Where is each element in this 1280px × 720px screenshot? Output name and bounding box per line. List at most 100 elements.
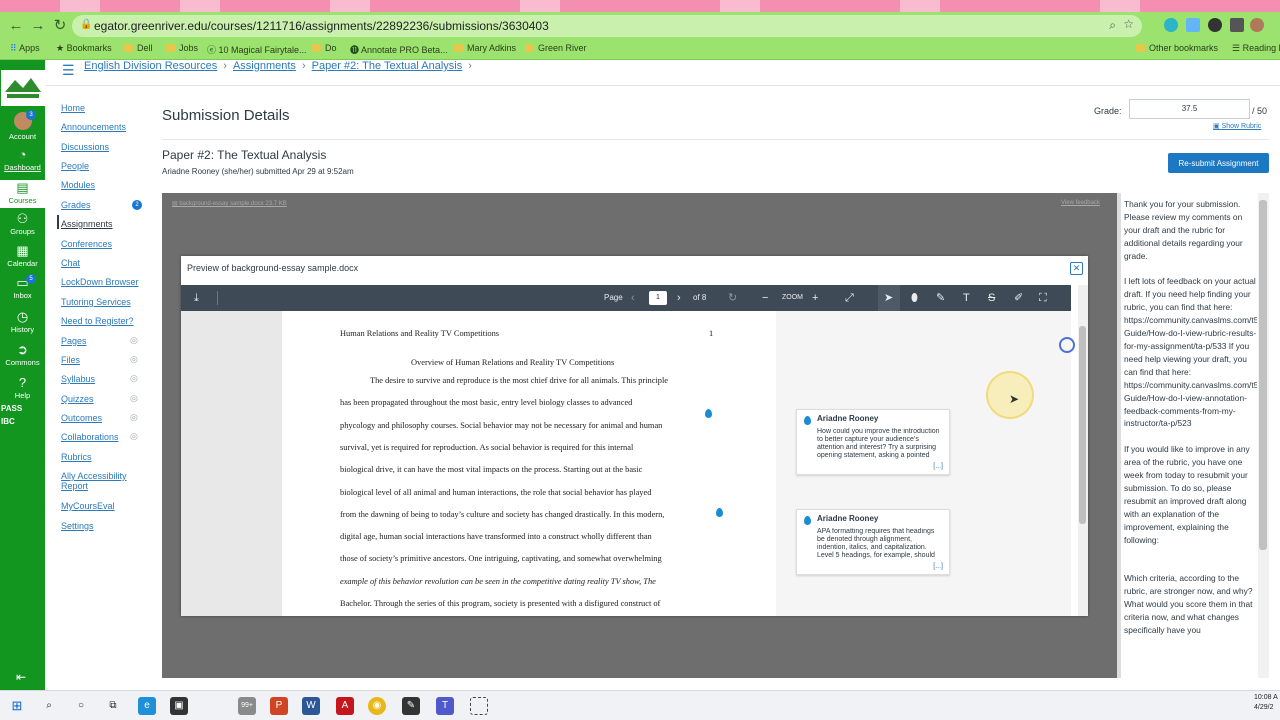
cortana-icon[interactable]: ○ [72, 697, 90, 715]
course-nav-home[interactable]: Home [61, 103, 85, 113]
bookmark-annotate[interactable]: ⓫ Annotate PRO Beta... [350, 43, 448, 56]
download-icon[interactable]: ⤓ [194, 291, 199, 305]
annotation-pin-icon[interactable] [716, 508, 723, 517]
close-icon[interactable]: ✕ [1070, 262, 1083, 275]
course-nav-tutoring-services[interactable]: Tutoring Services [61, 297, 131, 307]
course-nav-ally-accessibility-report[interactable]: Ally Accessibility Report [61, 471, 141, 491]
breadcrumb-assignment[interactable]: Paper #2: The Textual Analysis [312, 60, 463, 72]
comment-card[interactable]: Ariadne Rooney APA formatting requires t… [796, 509, 950, 575]
comment-card[interactable]: Ariadne Rooney How could you improve the… [796, 409, 950, 475]
expand-comment-link[interactable]: [...] [933, 563, 943, 570]
zoom-out-icon[interactable]: − [762, 291, 768, 305]
show-rubric-link[interactable]: ▣ Show Rubric [1213, 122, 1261, 130]
bookmark-apps[interactable]: ⠿ Apps [10, 43, 40, 54]
nav-pass[interactable]: PASS [0, 404, 45, 413]
breadcrumb-course[interactable]: English Division Resources [84, 60, 217, 72]
freedraw-icon[interactable]: ✐ [1014, 291, 1023, 305]
point-annotation-icon[interactable]: ⬮ [911, 291, 918, 305]
nav-groups[interactable]: ⚇ Groups [0, 212, 45, 237]
fullscreen-icon[interactable]: ⤢ [845, 291, 854, 305]
store-icon[interactable]: ▣ [170, 697, 188, 715]
bookmark-bookmarks[interactable]: ★ Bookmarks [56, 43, 112, 54]
word-icon[interactable]: W [302, 697, 320, 715]
task-view-icon[interactable]: ⧉ [104, 697, 122, 715]
chrome-icon[interactable]: ◉ [368, 697, 386, 715]
bookmark-jobs[interactable]: Jobs [166, 43, 198, 53]
nav-calendar[interactable]: ▦ Calendar [0, 244, 45, 269]
course-nav-lockdown-browser[interactable]: LockDown Browser [61, 277, 139, 287]
powerpoint-icon[interactable]: P [270, 697, 288, 715]
nav-commons[interactable]: ➲ Commons [0, 343, 45, 368]
rotate-icon[interactable]: ↻ [728, 291, 737, 305]
select-tool-button[interactable]: ➤ [878, 285, 900, 311]
breadcrumb-assignments[interactable]: Assignments [233, 60, 296, 72]
address-bar[interactable]: 🔒 egator.greenriver.edu/courses/1211716/… [72, 15, 1142, 37]
course-nav-rubrics[interactable]: Rubrics [61, 452, 92, 462]
bookmark-dell[interactable]: Dell [124, 43, 153, 53]
course-nav-people[interactable]: People [61, 161, 89, 171]
reload-icon[interactable]: ↻ [50, 16, 70, 36]
course-nav-collaborations[interactable]: Collaborations [61, 432, 119, 442]
area-icon[interactable]: ⛶ [1039, 291, 1047, 305]
file-link[interactable]: ▤ background-essay sample.docx 23.7 KB [172, 200, 287, 207]
nav-help[interactable]: ? Help [0, 376, 45, 401]
snip-icon[interactable] [470, 697, 488, 715]
nav-inbox[interactable]: ▭ 5 Inbox [0, 274, 45, 300]
course-nav-settings[interactable]: Settings [61, 521, 94, 531]
puzzle-icon[interactable] [1230, 18, 1244, 32]
system-clock[interactable]: 10:08 A 4/29/2 [1254, 693, 1278, 713]
course-nav-modules[interactable]: Modules [61, 180, 95, 190]
annotation-pin-icon[interactable] [705, 409, 712, 418]
course-nav-announcements[interactable]: Announcements [61, 122, 126, 132]
nav-account[interactable]: 3 Account [0, 110, 45, 141]
course-nav-discussions[interactable]: Discussions [61, 142, 109, 152]
nav-courses[interactable]: ▤ Courses [0, 180, 45, 208]
nav-dashboard[interactable]: ◔ Dashboard [0, 148, 45, 173]
bookmark-mary-adkins[interactable]: Mary Adkins [454, 43, 516, 53]
extension-icon[interactable] [1186, 18, 1200, 32]
course-nav-need-to-register[interactable]: Need to Register? [61, 316, 134, 326]
strikeout-icon[interactable]: S [988, 291, 995, 305]
course-nav-files[interactable]: Files [61, 355, 80, 365]
course-nav-assignments[interactable]: Assignments [61, 219, 113, 229]
windows-start-icon[interactable]: ⊞ [8, 697, 26, 715]
bookmark-do[interactable]: Do [312, 43, 337, 53]
zoom-in-icon[interactable]: + [812, 291, 818, 305]
search-icon[interactable]: ⌕ [1109, 18, 1116, 33]
course-nav-pages[interactable]: Pages [61, 336, 87, 346]
teams-icon[interactable]: T [436, 697, 454, 715]
course-nav-grades[interactable]: Grades [61, 200, 91, 210]
course-nav-conferences[interactable]: Conferences [61, 239, 112, 249]
collapse-nav-icon[interactable]: ⇤ [16, 670, 26, 684]
chevron-left-icon[interactable]: ‹ [631, 291, 635, 305]
acrobat-icon[interactable]: A [336, 697, 354, 715]
document-page[interactable]: Human Relations and Reality TV Competiti… [282, 311, 776, 616]
star-icon[interactable]: ☆ [1123, 17, 1134, 31]
highlight-icon[interactable]: ✎ [936, 291, 945, 305]
profile-avatar[interactable] [1250, 18, 1264, 32]
back-icon[interactable]: ← [6, 16, 26, 36]
nav-ibc[interactable]: IBC [0, 417, 45, 426]
text-icon[interactable]: T [963, 291, 970, 305]
expand-comment-link[interactable]: [...] [933, 463, 943, 470]
view-feedback-link[interactable]: View feedback [1061, 200, 1100, 206]
app-icon[interactable]: ✎ [402, 697, 420, 715]
course-nav-outcomes[interactable]: Outcomes [61, 413, 102, 423]
course-nav-mycourseval[interactable]: MyCoursEval [61, 501, 115, 511]
hamburger-menu-icon[interactable]: ☰ [62, 62, 75, 79]
reading-list[interactable]: ☰ Reading lis [1232, 43, 1280, 54]
grade-input[interactable]: 37.5 [1129, 99, 1250, 119]
extension-icon[interactable] [1164, 18, 1178, 32]
course-nav-quizzes[interactable]: Quizzes [61, 394, 94, 404]
bookmark-other[interactable]: Other bookmarks [1136, 43, 1218, 53]
scrollbar-thumb[interactable] [1079, 326, 1086, 524]
search-icon[interactable]: ⌕ [40, 697, 58, 715]
mail-icon[interactable]: 99+ [238, 697, 256, 715]
bookmark-green-river[interactable]: Green River [525, 43, 587, 53]
extension-icon[interactable] [1208, 18, 1222, 32]
resubmit-assignment-button[interactable]: Re-submit Assignment [1168, 153, 1269, 173]
forward-icon[interactable]: → [28, 16, 48, 36]
college-logo[interactable] [0, 70, 45, 108]
course-nav-chat[interactable]: Chat [61, 258, 80, 268]
document-viewer[interactable]: Human Relations and Reality TV Competiti… [181, 311, 1071, 616]
